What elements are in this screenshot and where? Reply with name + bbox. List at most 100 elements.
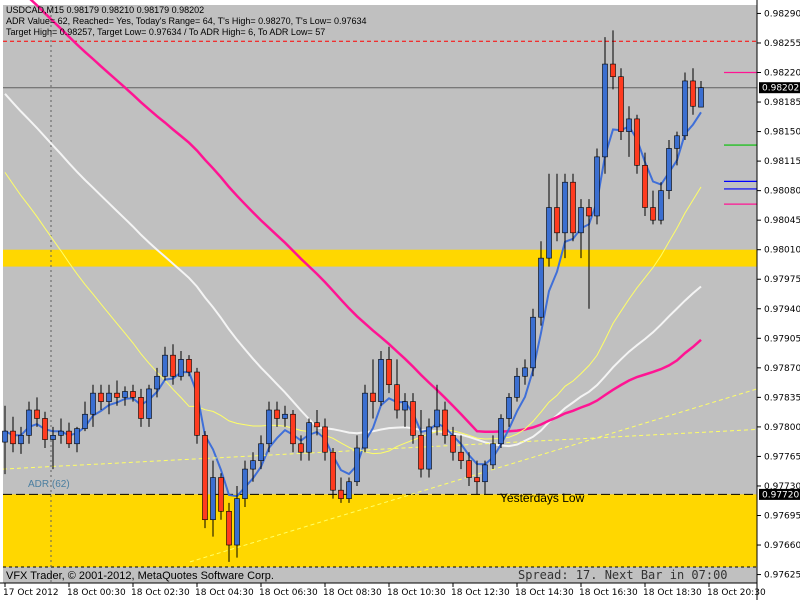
time-tick-label: 18 Oct 00:30 — [67, 588, 126, 598]
price-tick-label: 0.97835 — [764, 393, 800, 403]
candle-body — [674, 135, 680, 149]
candle-body — [650, 207, 656, 221]
price-chart[interactable]: USDCAD,M15 0.98179 0.98210 0.98179 0.982… — [0, 0, 800, 600]
adr-label: ADR (62) — [28, 479, 70, 490]
candle-body — [418, 435, 424, 470]
candle-body — [266, 409, 272, 445]
candle-body — [434, 409, 440, 428]
yesterdays-low-label: Yesterdays Low — [500, 491, 585, 505]
price-tick-label: 0.98150 — [764, 128, 800, 138]
price-tick-label: 0.98045 — [764, 216, 800, 226]
candle-body — [634, 118, 640, 166]
candle-body — [498, 418, 504, 445]
yesterday-low-tag: 0.97720 — [762, 490, 799, 500]
candle-body — [122, 391, 128, 398]
candle-body — [530, 316, 536, 369]
candle-body — [554, 207, 560, 234]
candle-body — [34, 409, 40, 419]
candle — [570, 173, 576, 242]
price-tick-label: 0.97870 — [764, 364, 800, 374]
candle-body — [570, 181, 576, 234]
candle-body — [98, 392, 104, 402]
candle-body — [586, 207, 592, 217]
candle-body — [138, 397, 144, 419]
candle-body — [346, 481, 352, 499]
candle-body — [626, 118, 632, 132]
candle-body — [642, 165, 648, 208]
candle-body — [594, 156, 600, 217]
mt4-chart-window: USDCAD,M15 0.98179 0.98210 0.98179 0.982… — [0, 0, 800, 600]
price-tick-label: 0.98290 — [764, 9, 800, 19]
candle-body — [234, 498, 240, 546]
candle-body — [394, 384, 400, 411]
candle-body — [354, 447, 360, 483]
candle-body — [306, 422, 312, 453]
candle-body — [282, 413, 288, 419]
candle — [618, 68, 624, 141]
candle-body — [170, 354, 176, 377]
candle-body — [194, 371, 200, 436]
candle — [634, 114, 640, 174]
candle-body — [50, 435, 56, 440]
candle-body — [698, 87, 704, 108]
candle-body — [114, 392, 120, 398]
candle — [194, 367, 200, 444]
price-tick-label: 0.98115 — [764, 157, 800, 167]
candle — [594, 148, 600, 225]
candle — [378, 350, 384, 406]
time-tick-label: 18 Oct 16:30 — [579, 588, 638, 598]
time-tick-label: 18 Oct 06:30 — [259, 588, 318, 598]
price-tick-label: 0.97905 — [764, 334, 800, 344]
candle-body — [362, 392, 368, 449]
candle-body — [106, 392, 112, 402]
candle-body — [666, 148, 672, 191]
price-tick-label: 0.98255 — [764, 39, 800, 49]
candle-body — [242, 468, 248, 499]
candle-body — [474, 477, 480, 483]
header-line-1: USDCAD,M15 0.98179 0.98210 0.98179 0.982… — [6, 5, 204, 15]
price-tick-label: 0.98080 — [764, 187, 800, 197]
candle-body — [178, 359, 184, 377]
candle — [666, 140, 672, 200]
time-tick-label: 18 Oct 18:30 — [643, 588, 702, 598]
candle-body — [202, 435, 208, 521]
candle-body — [538, 257, 544, 318]
candle-body — [610, 63, 616, 78]
price-tick-label: 0.97695 — [764, 511, 800, 521]
header-line-3: Target High= 0.98257, Target Low= 0.9763… — [6, 27, 325, 37]
price-tick-label: 0.97660 — [764, 541, 800, 551]
candle-body — [426, 426, 432, 470]
candle-body — [450, 435, 456, 453]
price-tick-label: 0.97625 — [764, 571, 800, 581]
candle-body — [2, 430, 8, 443]
candle — [530, 308, 536, 377]
candle-body — [130, 391, 136, 398]
candle — [682, 72, 688, 141]
time-tick-label: 18 Oct 10:30 — [387, 588, 446, 598]
copyright-text: VFX Trader, © 2001-2012, MetaQuotes Soft… — [6, 570, 274, 582]
candle-body — [578, 207, 584, 234]
time-tick-label: 18 Oct 04:30 — [195, 588, 254, 598]
candle-body — [546, 207, 552, 259]
candle-body — [58, 430, 64, 436]
price-tick-label: 0.97940 — [764, 305, 800, 315]
candle-body — [682, 80, 688, 137]
candle-body — [386, 359, 392, 386]
candle-body — [602, 63, 608, 158]
candle-body — [562, 181, 568, 234]
candle-body — [338, 489, 344, 499]
candle-body — [74, 428, 80, 445]
candle-body — [186, 359, 192, 373]
candle-body — [314, 422, 320, 428]
candle-body — [690, 80, 696, 107]
candle-body — [290, 413, 296, 445]
candle-body — [322, 426, 328, 453]
candle — [202, 431, 208, 529]
candle-body — [522, 367, 528, 377]
candle-body — [162, 354, 168, 377]
zone-1 — [3, 494, 757, 567]
candle — [362, 384, 368, 453]
candle-body — [146, 388, 152, 419]
candle-body — [18, 435, 24, 445]
candle-body — [330, 451, 336, 491]
